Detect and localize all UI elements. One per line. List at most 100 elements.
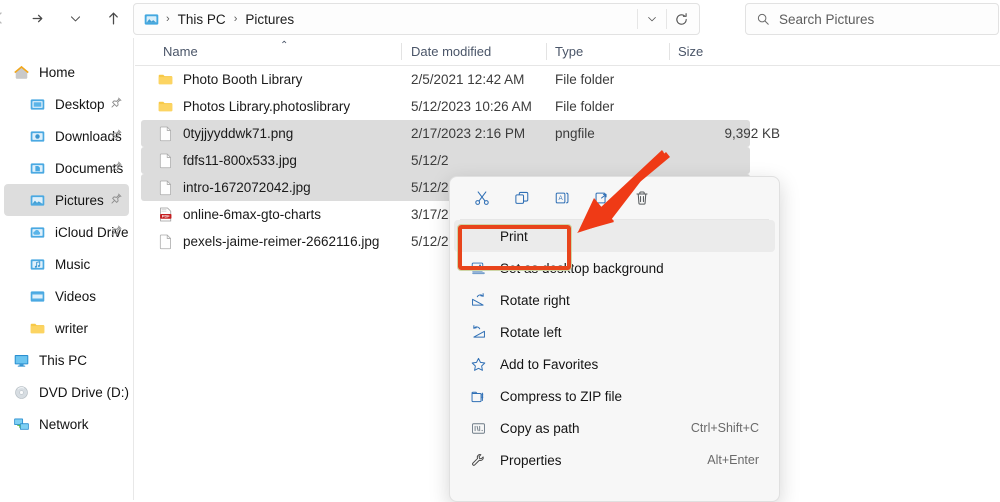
music-icon — [28, 255, 46, 273]
file-name-cell: PDFonline-6max-gto-charts — [157, 201, 321, 228]
file-icon — [157, 179, 174, 196]
sidebar-item-music[interactable]: Music — [4, 248, 129, 280]
sidebar-item-label: Network — [39, 417, 89, 432]
date-modified-cell: 2/5/2021 12:42 AM — [411, 66, 524, 93]
delete-button[interactable] — [622, 182, 662, 214]
sidebar-item-desktop[interactable]: Desktop — [4, 88, 129, 120]
context-menu-item-compress-to-zip-file[interactable]: Compress to ZIP file — [454, 380, 775, 412]
context-menu-item-label: Add to Favorites — [500, 357, 598, 372]
file-name-cell: intro-1672072042.jpg — [157, 174, 311, 201]
breadcrumb-separator: › — [228, 13, 244, 25]
copy-button[interactable] — [502, 182, 542, 214]
sort-ascending-caret: ⌃ — [280, 40, 288, 51]
search-box[interactable]: Search Pictures — [745, 3, 999, 35]
file-name-cell: Photo Booth Library — [157, 66, 302, 93]
rename-button[interactable]: A — [542, 182, 582, 214]
sidebar-item-network[interactable]: Network — [4, 408, 129, 440]
breadcrumb-pictures[interactable]: Pictures — [243, 12, 296, 27]
print-highlight-box — [458, 225, 571, 270]
context-menu-item-rotate-left[interactable]: Rotate left — [454, 316, 775, 348]
column-header-type[interactable]: Type — [555, 38, 583, 65]
pin-icon[interactable] — [110, 160, 123, 176]
pdf-icon: PDF — [157, 206, 174, 223]
context-menu-shortcut: Ctrl+Shift+C — [691, 421, 759, 435]
date-modified-cell: 5/12/2 — [411, 174, 449, 201]
pin-icon[interactable] — [110, 96, 123, 112]
context-menu-item-copy-as-path[interactable]: Copy as pathCtrl+Shift+C — [454, 412, 775, 444]
file-name: fdfs11-800x533.jpg — [183, 153, 297, 168]
type-cell: File folder — [555, 66, 614, 93]
refresh-button[interactable] — [667, 5, 695, 33]
type-cell: pngfile — [555, 120, 595, 147]
sidebar-item-label: writer — [55, 321, 88, 336]
up-button[interactable] — [98, 3, 128, 33]
breadcrumb-this-pc[interactable]: This PC — [176, 12, 228, 27]
folder-icon — [157, 71, 174, 88]
context-menu-item-rotate-right[interactable]: Rotate right — [454, 284, 775, 316]
rotate-left-icon — [468, 324, 488, 341]
address-bar[interactable]: › This PC › Pictures — [133, 3, 700, 35]
search-input[interactable]: Search Pictures — [779, 12, 874, 27]
network-icon — [12, 415, 30, 433]
sidebar-item-this-pc[interactable]: This PC — [4, 344, 129, 376]
date-modified-cell: 3/17/2 — [411, 201, 449, 228]
pin-icon[interactable] — [110, 224, 123, 240]
pin-icon[interactable] — [110, 128, 123, 144]
sidebar-item-pictures[interactable]: Pictures — [4, 184, 129, 216]
address-bar-actions — [637, 5, 699, 33]
table-row[interactable]: fdfs11-800x533.jpg5/12/2 — [135, 147, 1000, 174]
sidebar-item-label: This PC — [39, 353, 87, 368]
sidebar-item-downloads[interactable]: Downloads — [4, 120, 129, 152]
sidebar-item-label: Music — [55, 257, 90, 272]
file-name: Photos Library.photoslibrary — [183, 99, 350, 114]
file-name-cell: fdfs11-800x533.jpg — [157, 147, 297, 174]
column-divider[interactable] — [401, 43, 402, 60]
column-divider[interactable] — [546, 43, 547, 60]
back-button[interactable] — [0, 3, 14, 33]
search-icon — [756, 12, 770, 26]
file-name: intro-1672072042.jpg — [183, 180, 311, 195]
context-menu-item-properties[interactable]: PropertiesAlt+Enter — [454, 444, 775, 476]
table-row[interactable]: Photos Library.photoslibrary5/12/2023 10… — [135, 93, 1000, 120]
downloads-icon — [28, 127, 46, 145]
cut-button[interactable] — [462, 182, 502, 214]
recent-locations-button[interactable] — [60, 3, 90, 33]
column-headers: Name ⌃ Date modified Type Size — [135, 38, 1000, 66]
column-header-date-modified[interactable]: Date modified — [411, 38, 491, 65]
size-cell — [675, 66, 780, 93]
size-cell — [675, 93, 780, 120]
file-icon — [157, 233, 174, 250]
sidebar-item-dvd-drive-d-esd2i[interactable]: DVD Drive (D:) esd2i — [4, 376, 129, 408]
copy-path-icon — [468, 420, 488, 437]
sidebar-item-documents[interactable]: Documents — [4, 152, 129, 184]
sidebar-item-writer[interactable]: writer — [4, 312, 129, 344]
pictures-icon — [28, 191, 46, 209]
context-menu-item-label: Properties — [500, 453, 562, 468]
column-header-size[interactable]: Size — [678, 38, 703, 65]
previous-locations-button[interactable] — [638, 5, 666, 33]
documents-icon — [28, 159, 46, 177]
table-row[interactable]: Photo Booth Library 2/5/2021 12:42 AM File… — [135, 66, 1000, 93]
type-cell: File folder — [555, 93, 614, 120]
context-menu-item-add-to-favorites[interactable]: Add to Favorites — [454, 348, 775, 380]
forward-button[interactable] — [22, 3, 52, 33]
sidebar-item-home[interactable]: Home — [4, 56, 129, 88]
sidebar: Home Desktop DownloadsDocuments Pictures iCl… — [0, 38, 134, 500]
dvd-drive-icon — [12, 383, 30, 401]
sidebar-item-videos[interactable]: Videos — [4, 280, 129, 312]
sidebar-item-label: Pictures — [55, 193, 104, 208]
table-row[interactable]: 0tyjjyyddwk71.png2/17/2023 2:16 PMpngfil… — [135, 120, 1000, 147]
context-menu-item-label: Rotate left — [500, 325, 562, 340]
column-divider[interactable] — [669, 43, 670, 60]
rotate-right-icon — [468, 292, 488, 309]
column-header-name[interactable]: Name — [163, 38, 198, 65]
icloud-icon — [28, 223, 46, 241]
file-name: Photo Booth Library — [183, 72, 302, 87]
share-button[interactable] — [582, 182, 622, 214]
sidebar-item-label: Desktop — [55, 97, 105, 112]
pictures-folder-icon — [143, 11, 160, 28]
file-name-cell: 0tyjjyyddwk71.png — [157, 120, 293, 147]
sidebar-item-icloud-drive-m[interactable]: iCloud Drive (M — [4, 216, 129, 248]
pin-icon[interactable] — [110, 192, 123, 208]
context-menu-toolbar: A — [450, 177, 779, 219]
